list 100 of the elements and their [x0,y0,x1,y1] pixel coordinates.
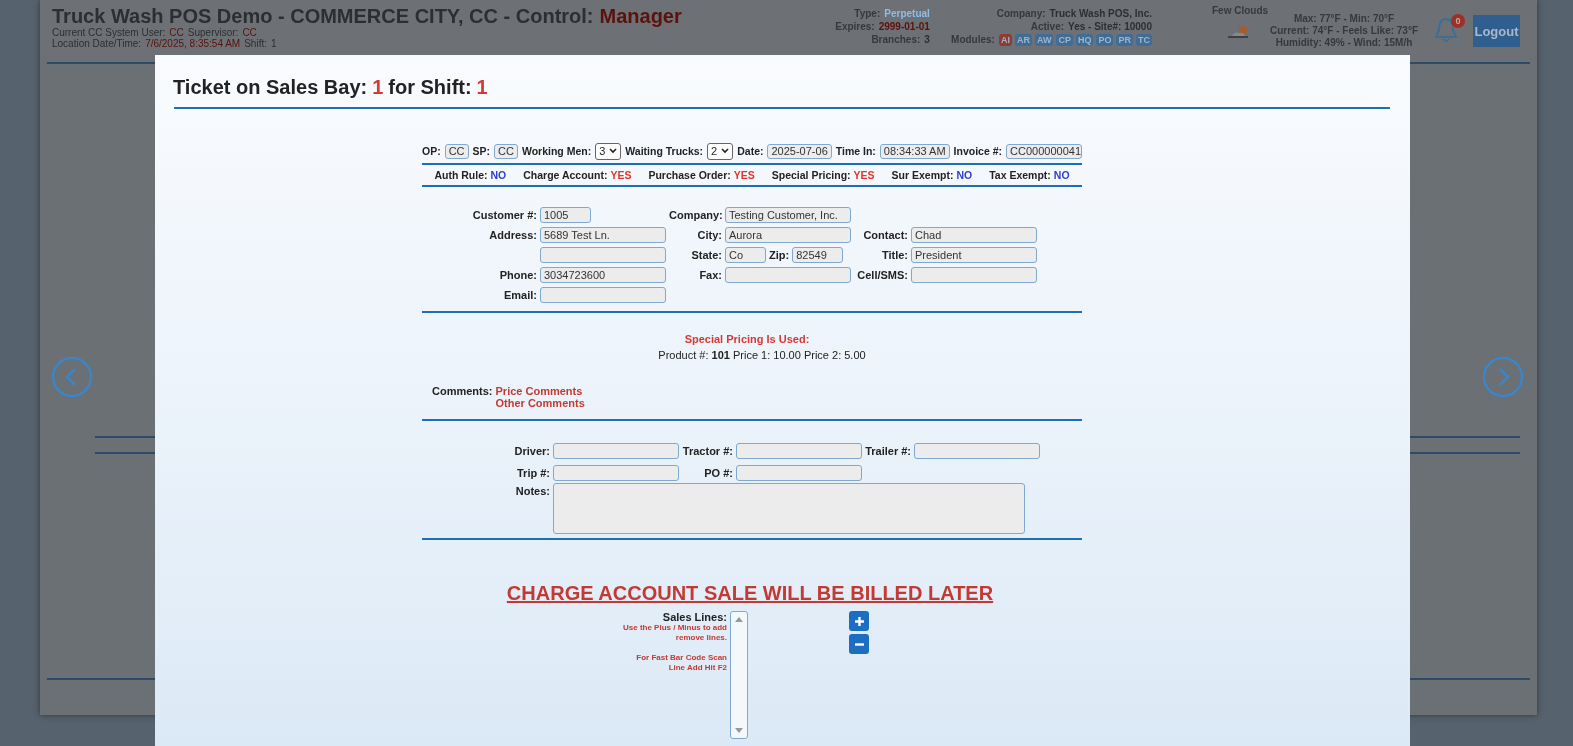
field-label: Phone: [498,268,537,283]
flag-label: Special Pricing: [771,169,851,181]
previous-icon[interactable] [51,356,93,398]
license-label: Company: [996,8,1046,19]
input-field[interactable]: 5689 Test Ln. [540,227,666,243]
info-label: Supervisor: [187,27,239,38]
special-pricing-detail: Product #: 101 Price 1: 10.00 Price 2: 5.00 [657,348,867,361]
comment-text: Other Comments [495,397,585,409]
flag-value: YES [733,169,755,181]
field-label: Zip: [769,249,790,261]
flag-label: Auth Rule: [434,169,488,181]
title-number: 1 [476,76,488,100]
license-value: 2999-01-01 [878,21,930,32]
flag-label: Tax Exempt: [989,169,1051,181]
special-pricing-heading: Special Pricing Is Used: [683,333,811,345]
weather-detail: Max: 77°F - Min: 70°F [1292,13,1396,25]
flag-value: NO [490,169,507,181]
license-label: Expires: [835,21,875,32]
flag-label: Charge Account: [523,169,608,181]
license-value: Yes - Site#: 10000 [1068,21,1152,32]
plus-icon [854,616,864,626]
field-label: City: [696,228,722,243]
field-label: Company: [669,208,722,223]
info-value: 7/6/2025, 8:35:54 AM [145,38,241,49]
input-field[interactable] [553,443,679,459]
input-field[interactable] [914,443,1040,459]
input-field[interactable] [540,287,666,303]
license-value: 3 [924,34,930,46]
remove-line-button[interactable] [849,634,869,654]
flag-value: NO [1053,169,1070,181]
field-label: Address: [488,228,537,243]
license-label: Branches: [871,34,921,46]
dropdown-value: 2 [711,145,718,157]
info-label: Current CC System User: [52,27,166,38]
license-label: Active: [1030,21,1065,32]
input-field[interactable] [725,267,851,283]
field-label: Trailer #: [865,444,911,459]
input-field[interactable] [736,465,862,481]
field-label: Tractor #: [682,444,733,459]
module-badge[interactable]: AI [998,34,1012,46]
info-label: Shift: [244,38,267,49]
license-value: Truck Wash POS, Inc. [1049,8,1152,19]
help-text: For Fast Bar Code Scan Line Add Hit F2 [635,653,727,673]
field-label: Email: [503,288,537,303]
field-label: Title: [880,248,908,263]
flag-value: YES [610,169,632,181]
input-field[interactable] [540,247,666,263]
field-label: Notes: [514,484,550,499]
sales-lines-list[interactable] [730,611,748,739]
scroll-up-icon[interactable] [735,616,743,622]
flag-value: YES [853,169,875,181]
flag-label: Purchase Order: [648,169,731,181]
page-title: Truck Wash POS Demo - COMMERCE CITY, CC - Control: [52,5,594,27]
license-label: Type: [854,8,881,19]
field-label: SP: [472,145,491,157]
modal-title: Ticket on Sales Bay: [173,76,368,100]
sales-lines-label: Sales Lines: [661,611,727,623]
license-value: Perpetual [884,8,930,19]
input-field[interactable]: President [911,247,1037,263]
flag-value: NO [956,169,973,181]
dropdown-value: 3 [599,145,606,157]
field-label: Trip #: [516,466,550,481]
minus-icon [854,642,864,646]
info-label: Location Date/Time: [52,38,142,49]
input-field[interactable]: Co [725,247,766,263]
comment-text: Price Comments [495,385,584,397]
add-line-button[interactable] [849,611,869,631]
bell-icon[interactable] [1433,16,1459,44]
field-label: Date: [737,145,764,157]
input-field[interactable]: Aurora [725,227,851,243]
notification-count: 0 [1451,14,1465,28]
weather-condition: Few Clouds [1212,5,1269,16]
input-field[interactable]: Chad [911,227,1037,243]
input-field[interactable]: 82549 [792,247,844,263]
field-label: Invoice #: [953,145,1003,157]
flag-label: Sur Exempt: [891,169,954,181]
scroll-down-icon[interactable] [735,728,743,734]
notes-field[interactable] [553,483,1025,534]
help-text: Use the Plus / Minus to add remove lines. [622,623,727,643]
next-icon[interactable] [1482,356,1524,398]
field-label: OP: [421,145,441,157]
info-value: CC [242,27,257,38]
input-field[interactable] [911,267,1037,283]
input-field[interactable]: 1005 [540,207,591,223]
caret-icon [721,148,730,154]
license-label: Modules: [951,34,995,46]
field-label: Driver: [513,444,550,459]
input-field[interactable] [553,465,679,481]
input-field[interactable]: 3034723600 [540,267,666,283]
field-label: Customer #: [471,208,537,223]
control-role: Manager [599,5,682,27]
field-label: Fax: [698,268,722,283]
info-value: CC [169,27,184,38]
field-label: Cell/SMS: [856,268,908,283]
input-field[interactable] [736,443,862,459]
weather-detail: Humidity: 49% - Wind: 15M/h [1274,37,1414,49]
field-label: PO #: [703,466,733,481]
field-label: State: [690,248,722,263]
field-label: Contact: [862,228,908,243]
input-field[interactable]: Testing Customer, Inc. [725,207,851,223]
